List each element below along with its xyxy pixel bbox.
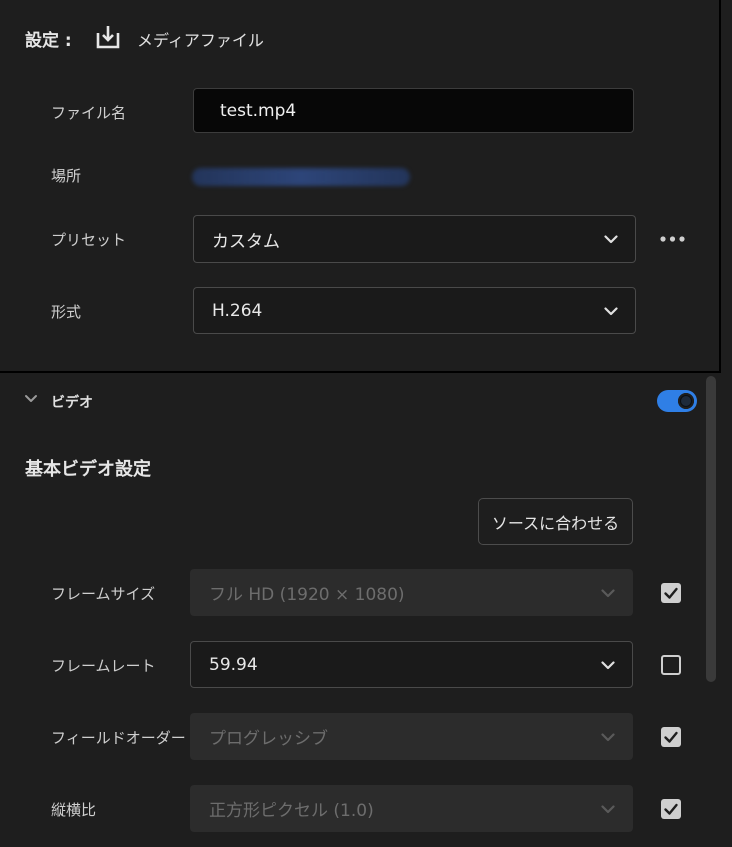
match-source-button[interactable]: ソースに合わせる <box>478 498 633 545</box>
video-section-label: ビデオ <box>51 395 93 411</box>
frame-size-value: フル HD (1920 × 1080) <box>209 585 405 605</box>
aspect-ratio-value: 正方形ピクセル (1.0) <box>209 801 374 821</box>
toggle-knob <box>678 393 694 409</box>
frame-rate-label: フレームレート <box>51 657 156 675</box>
aspect-ratio-match-checkbox[interactable] <box>661 799 681 819</box>
format-value: H.264 <box>212 300 263 321</box>
checkmark-icon <box>664 803 678 815</box>
checkmark-icon <box>664 587 678 599</box>
aspect-ratio-label: 縦横比 <box>51 801 97 819</box>
checkmark-icon <box>664 731 678 743</box>
file-name-input[interactable] <box>193 88 634 133</box>
destination-label: メディアファイル <box>137 31 264 50</box>
frame-size-dropdown[interactable]: フル HD (1920 × 1080) <box>190 569 633 616</box>
chevron-down-icon <box>601 804 615 813</box>
video-enable-toggle[interactable] <box>657 390 697 412</box>
format-label: 形式 <box>51 303 82 321</box>
more-horizontal-icon[interactable] <box>659 234 686 244</box>
preset-dropdown[interactable]: カスタム <box>193 215 636 263</box>
field-order-value: プログレッシブ <box>209 729 328 749</box>
frame-size-label: フレームサイズ <box>51 585 156 603</box>
frame-rate-dropdown[interactable]: 59.94 <box>190 641 633 688</box>
location-path-link[interactable] <box>192 168 410 186</box>
chevron-down-icon <box>601 660 615 669</box>
frame-size-match-checkbox[interactable] <box>661 583 681 603</box>
preset-label: プリセット <box>51 231 127 249</box>
preset-value: カスタム <box>212 231 280 252</box>
scrollbar-thumb[interactable] <box>706 376 716 682</box>
settings-title: 設定 : <box>25 31 72 51</box>
frame-rate-match-checkbox[interactable] <box>661 655 681 675</box>
aspect-ratio-dropdown[interactable]: 正方形ピクセル (1.0) <box>190 785 633 832</box>
chevron-down-icon <box>604 235 618 244</box>
field-order-match-checkbox[interactable] <box>661 727 681 747</box>
panel-right-edge <box>721 0 732 847</box>
file-name-label: ファイル名 <box>51 104 127 122</box>
chevron-down-icon <box>604 306 618 315</box>
location-label: 場所 <box>51 167 82 185</box>
collapse-chevron-icon[interactable] <box>24 394 38 404</box>
export-settings-panel: 設定 : メディアファイル ファイル名 場所 プリセット カスタム 形式 H.2… <box>0 0 732 847</box>
field-order-dropdown[interactable]: プログレッシブ <box>190 713 633 760</box>
chevron-down-icon <box>601 732 615 741</box>
section-divider <box>0 371 722 373</box>
format-dropdown[interactable]: H.264 <box>193 287 636 334</box>
frame-rate-value: 59.94 <box>209 654 258 675</box>
field-order-label: フィールドオーダー <box>51 729 186 747</box>
basic-video-settings-heading: 基本ビデオ設定 <box>25 459 151 480</box>
chevron-down-icon <box>601 588 615 597</box>
export-download-icon <box>96 26 120 49</box>
